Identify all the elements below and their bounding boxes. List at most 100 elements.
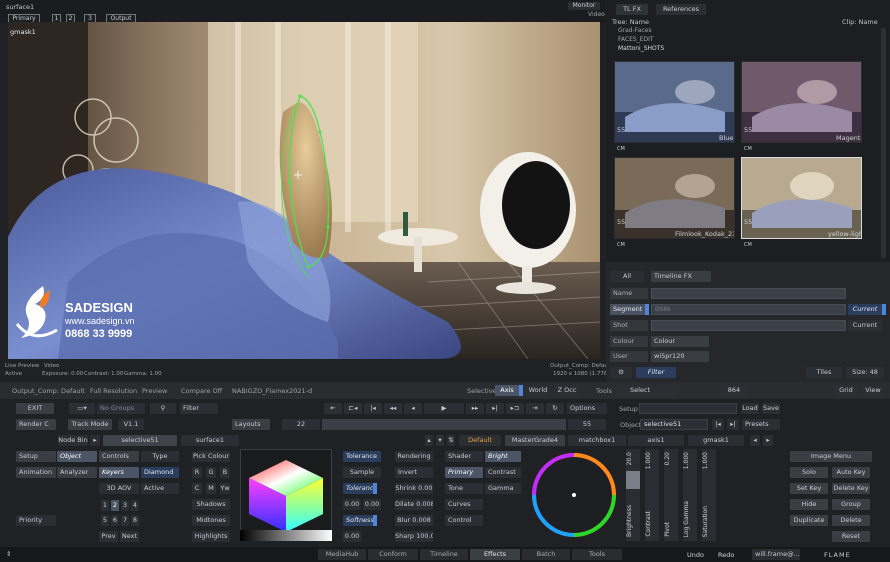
output-comp-button[interactable]: Output_Comp: Default	[12, 387, 85, 395]
shader-button[interactable]: Shader	[445, 451, 483, 462]
user-menu[interactable]: will.frame@...	[752, 549, 800, 560]
compare-off-button[interactable]: Compare Off	[181, 387, 222, 395]
image-menu-button[interactable]: Image Menu	[790, 451, 872, 462]
solo-button[interactable]: Solo	[790, 467, 828, 478]
tiles-button[interactable]: Tiles	[806, 367, 842, 378]
next-frame-icon[interactable]: ▸▸	[466, 403, 484, 414]
blur-field[interactable]: Blur 0.008	[395, 515, 433, 526]
setup-menu-button[interactable]: Setup	[16, 451, 56, 462]
filter-all-button[interactable]: All	[610, 271, 644, 282]
duplicate-button[interactable]: Duplicate	[790, 515, 828, 526]
play-back-icon[interactable]: ◂	[404, 403, 422, 414]
monitor-button[interactable]: Monitor	[568, 2, 600, 10]
current-button-1[interactable]: Current	[848, 304, 882, 315]
tree-item-grad-faces[interactable]: Grad-Faces	[618, 27, 651, 34]
name-field[interactable]	[651, 288, 846, 299]
gamma-button[interactable]: Gamma	[485, 483, 521, 494]
animation-button[interactable]: Animation	[16, 467, 56, 478]
undo-button[interactable]: Undo	[687, 551, 704, 559]
node-tab-axis1[interactable]: axis1	[628, 435, 684, 446]
prev-button[interactable]: Prev	[99, 531, 118, 542]
thumb-yellow-light[interactable]: 55 yellow-light	[741, 157, 862, 239]
primary-button[interactable]: Primary	[445, 467, 483, 478]
log-gamma-slider[interactable]: 1.000 Log Gamma	[683, 449, 697, 541]
control-button[interactable]: Control	[445, 515, 483, 526]
sample-button[interactable]: Sample	[343, 467, 381, 478]
g-button[interactable]: G	[206, 467, 216, 478]
num-button-2[interactable]: 2	[111, 500, 119, 511]
group-button[interactable]: Group	[832, 499, 870, 510]
num-button-8[interactable]: 8	[131, 515, 139, 526]
tolerance-value-1[interactable]: 0.00	[343, 499, 361, 510]
sharp-field[interactable]: Sharp 100.0	[395, 531, 433, 542]
frame-start-field[interactable]: 22	[282, 419, 320, 430]
next-key-icon[interactable]: ▸⊐	[506, 403, 524, 414]
size-field[interactable]: Size: 48	[846, 367, 884, 378]
curves-button[interactable]: Curves	[445, 499, 483, 510]
node-tab-mastergrade4[interactable]: MasterGrade4	[505, 435, 565, 446]
priority-button[interactable]: Priority	[16, 515, 56, 526]
exit-button[interactable]: EXIT	[16, 403, 54, 414]
grid-button[interactable]: Grid	[834, 385, 858, 396]
user-dropdown[interactable]: wi5pr120	[651, 351, 709, 362]
analyzer-button[interactable]: Analyzer	[57, 467, 97, 478]
play-icon[interactable]: ▶	[424, 403, 464, 414]
next-button[interactable]: Next	[120, 531, 139, 542]
num-button-3[interactable]: 3	[121, 500, 129, 511]
save-button[interactable]: Save	[762, 403, 780, 414]
axis-button[interactable]: Axis	[495, 385, 519, 396]
contrast-slider[interactable]: 1.000 Contrast	[645, 449, 659, 541]
surface-tab[interactable]: surface1	[181, 435, 239, 446]
node-swap-icon[interactable]: ⇅	[447, 435, 455, 446]
reset-button[interactable]: Reset	[832, 531, 870, 542]
select-tool-button[interactable]: Select	[616, 385, 678, 396]
tab-next-icon[interactable]: ▸	[763, 435, 773, 446]
brightness-slider[interactable]: 20.0 Brightness	[626, 449, 640, 541]
tolerance-value-2[interactable]: 0.00	[363, 499, 381, 510]
preview-button[interactable]: Preview	[142, 387, 167, 395]
load-button[interactable]: Load	[741, 403, 759, 414]
highlights-button[interactable]: Highlights	[192, 531, 230, 542]
colour-cube-view[interactable]	[240, 449, 332, 541]
set-key-button[interactable]: Set Key	[790, 483, 828, 494]
image-viewer[interactable]: gmask1 SADESIGN www.sadesign.vn 0868 33 …	[8, 22, 600, 359]
pivot-slider[interactable]: 0.20 Pivot	[664, 449, 678, 541]
full-resolution-button[interactable]: Full Resolution	[90, 387, 137, 395]
thumb-blue[interactable]: 55 Blue	[614, 61, 735, 143]
view-button[interactable]: View	[862, 385, 884, 396]
tab-batch[interactable]: Batch	[522, 549, 570, 560]
colour-dropdown[interactable]: Colour	[651, 336, 709, 347]
tab-effects[interactable]: Effects	[470, 549, 520, 560]
num-button-1[interactable]: 1	[101, 500, 109, 511]
search-icon[interactable]: ⚲	[150, 403, 176, 414]
render-dropdown[interactable]: Render C	[16, 419, 56, 430]
object-field[interactable]: selective51	[640, 419, 708, 430]
keyers-button[interactable]: Keyers	[99, 467, 139, 478]
options-dropdown[interactable]: Options	[567, 403, 607, 414]
bright-button[interactable]: Bright	[485, 451, 521, 462]
prev-object-icon[interactable]: |◂	[712, 419, 724, 430]
step-forward-icon[interactable]: ▸|	[486, 403, 504, 414]
segment-field[interactable]: DS6k	[651, 304, 846, 315]
zoom-field[interactable]: 864	[720, 385, 748, 396]
filter-field[interactable]: Filter	[180, 403, 218, 414]
dilate-field[interactable]: Dilate 0.008	[395, 499, 433, 510]
prev-frame-icon[interactable]: ◂◂	[384, 403, 402, 414]
3d-aov-button[interactable]: 3D AOV	[99, 483, 139, 494]
tab-tl-fx[interactable]: TL FX	[616, 4, 648, 15]
auto-key-button[interactable]: Auto Key	[832, 467, 870, 478]
tolerance-mode-button[interactable]: Tolerance	[343, 483, 373, 494]
pick-colour-button[interactable]: Pick Colour	[192, 451, 230, 462]
tree-item-faces-edit[interactable]: FACES_EDIT	[618, 36, 654, 43]
node-up-icon[interactable]: ▴	[425, 435, 433, 446]
active-button[interactable]: Active	[141, 483, 179, 494]
filter-scope-dropdown[interactable]: Timeline FX	[651, 271, 711, 282]
tab-timeline[interactable]: Timeline	[420, 549, 468, 560]
b-button[interactable]: B	[220, 467, 230, 478]
r-button[interactable]: R	[192, 467, 202, 478]
node-bin-arrow-icon[interactable]: ▸	[90, 435, 100, 446]
tolerance-button[interactable]: Tolerance	[343, 451, 381, 462]
tree-item-mattoni-shots[interactable]: Mattoni_SHOTS	[618, 45, 664, 52]
tone-button[interactable]: Tone	[445, 483, 483, 494]
diamond-button[interactable]: Diamond	[141, 467, 179, 478]
